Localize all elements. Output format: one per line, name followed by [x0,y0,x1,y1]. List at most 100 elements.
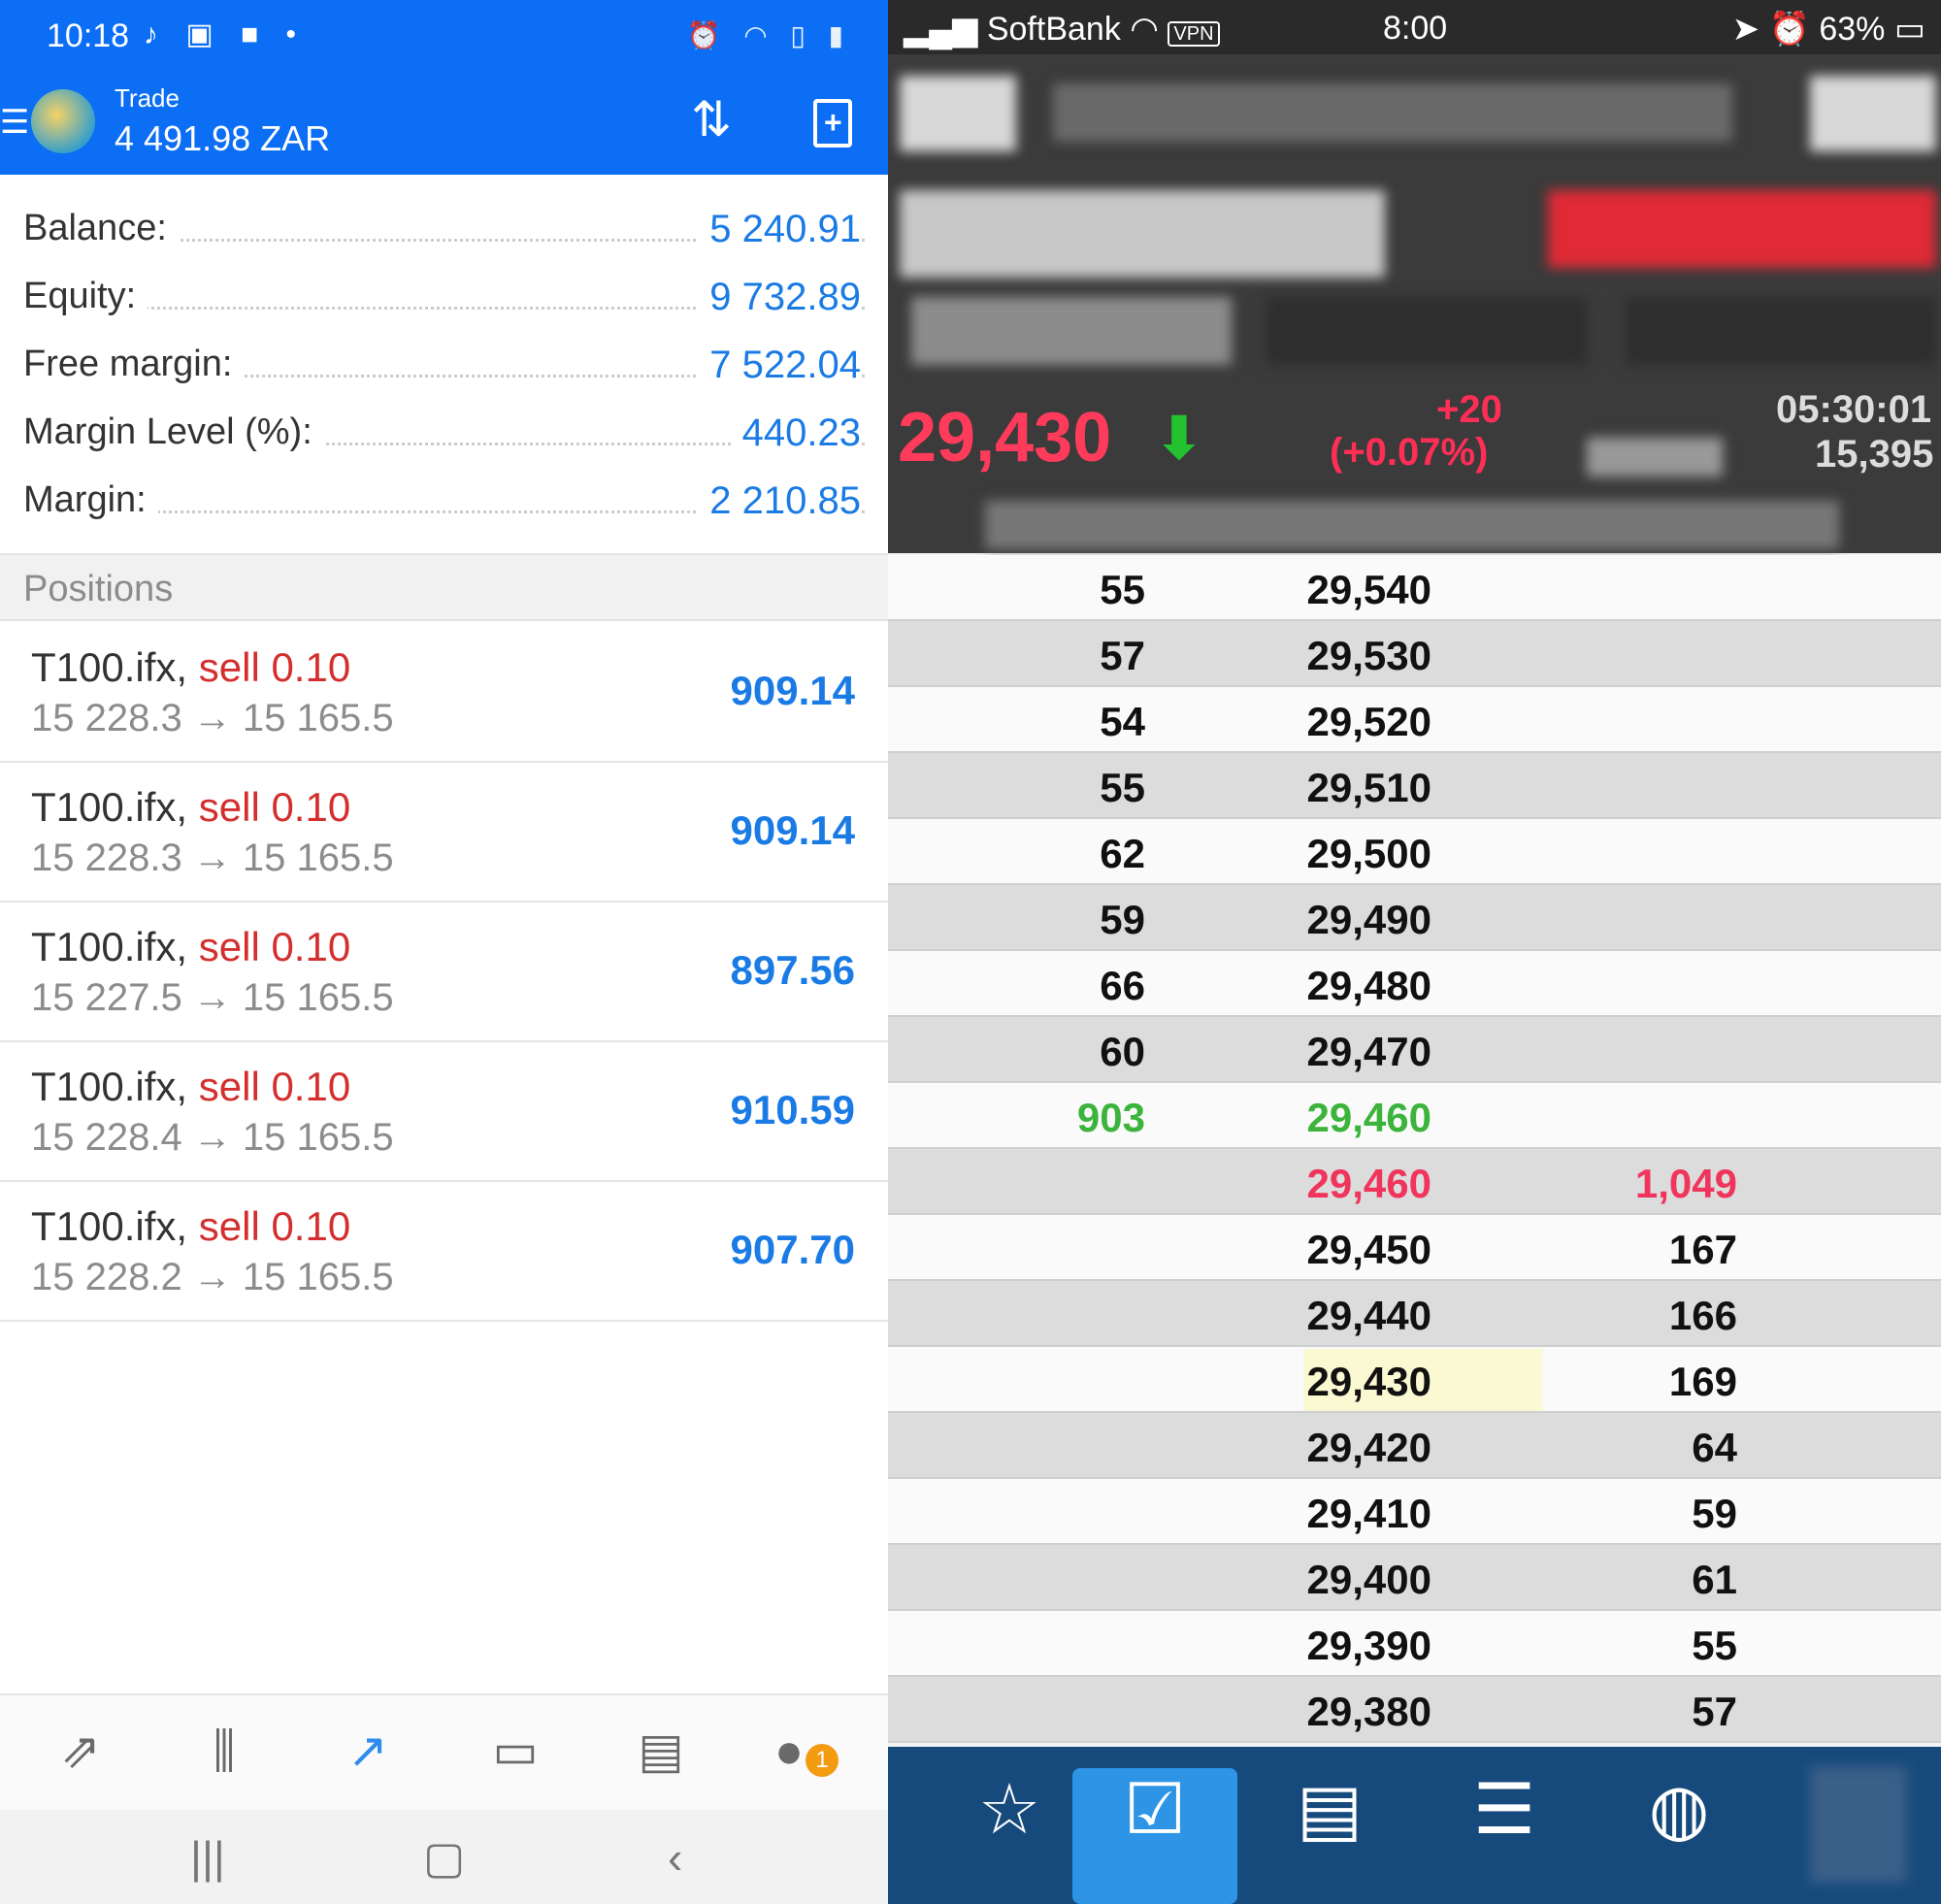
book-row[interactable]: 60 29,470 [888,1017,1941,1083]
position-prices: 15 228.2 → 15 165.5 [31,1256,394,1298]
book-row[interactable]: 29,390 55 [888,1611,1941,1677]
order-book-screen: ▂▄▆ SoftBank ◠ VPN 8:00 ➤ ⏰ 63% ▭ 29,430… [888,0,1941,1904]
book-row[interactable]: 66 29,480 [888,951,1941,1017]
ios-status-bar: ▂▄▆ SoftBank ◠ VPN 8:00 ➤ ⏰ 63% ▭ [888,0,1941,54]
position-prices: 15 228.3 → 15 165.5 [31,837,394,879]
position-symbol: T100.ifx, [31,1203,188,1249]
blurred-region [1587,438,1723,476]
position-symbol: T100.ifx, [31,1064,188,1109]
book-row[interactable]: 54 29,520 [888,687,1941,753]
book-row[interactable]: 59 29,490 [888,885,1941,951]
last-price: 29,430 [898,399,1112,476]
book-row[interactable]: 55 29,510 [888,753,1941,819]
book-row-best-ask[interactable]: 29,460 1,049 [888,1149,1941,1215]
position-profit: 909.14 [730,807,855,853]
account-label: Equity: [23,276,148,317]
book-row[interactable]: 29,410 59 [888,1479,1941,1545]
order-book: 55 29,540 57 29,530 54 29,520 55 29,510 62 29… [888,555,1941,1743]
sort-icon[interactable]: ⇅ [691,91,732,148]
position-prices: 15 228.3 → 15 165.5 [31,697,394,739]
account-row-balance: Balance: 5 240.91 [0,194,888,262]
positions-header: Positions [0,553,888,621]
position-row[interactable]: T100.ifx, sell 0.10 15 227.5 → 15 165.5 … [0,903,888,1042]
position-row[interactable]: T100.ifx, sell 0.10 15 228.2 → 15 165.5 … [0,1182,888,1322]
carrier: ▂▄▆ SoftBank ◠ VPN [904,10,1220,49]
position-side: sell 0.10 [198,1064,351,1109]
bottom-navigation: ⇗ ⫼ ↗ ▭ ▤ ● [0,1693,888,1810]
news-icon[interactable]: ▤ [627,1723,695,1785]
status-system-icons: ⏰ ◠ ▯ ▮ [686,20,851,50]
account-label: Free margin: [23,344,245,385]
book-row[interactable]: 29,400 61 [888,1545,1941,1611]
recents-icon[interactable]: ||| [190,1831,225,1884]
trade-icon[interactable]: ↗ [334,1723,402,1785]
list-icon[interactable]: ☰ [1422,1768,1587,1904]
position-side: sell 0.10 [198,784,351,830]
position-symbol: T100.ifx, [31,784,188,830]
blurred-button[interactable] [1548,190,1936,268]
back-icon[interactable]: ‹ [668,1831,682,1884]
status-time: 10:18 [47,17,130,54]
blurred-tab[interactable] [1626,297,1936,365]
status-app-icons: ♪ ▣ ■ • [144,18,306,50]
account-label: Balance: [23,208,179,249]
account-value: 7 522.04 [698,344,861,387]
position-profit: 907.70 [730,1227,855,1272]
position-row[interactable]: T100.ifx, sell 0.10 15 228.3 → 15 165.5 … [0,623,888,763]
mt5-trade-screen: 10:18 ♪ ▣ ■ • ⏰ ◠ ▯ ▮ ☰ Trade 4 491.98 Z… [0,0,888,1904]
positions-header-label: Positions [23,569,174,609]
position-symbol: T100.ifx, [31,924,188,969]
book-row-best-bid[interactable]: 903 29,460 [888,1083,1941,1149]
position-profit: 909.14 [730,668,855,713]
blurred-tab[interactable] [1267,297,1587,365]
menu-icon[interactable]: ☰ [0,103,29,142]
book-row[interactable]: 55 29,540 [888,555,1941,621]
blurred-region [900,190,1385,278]
position-side: sell 0.10 [198,644,351,690]
book-row[interactable]: 29,380 57 [888,1677,1941,1743]
app-bar-title: Trade [115,83,180,113]
book-row[interactable]: 62 29,500 [888,819,1941,885]
history-icon[interactable]: ▭ [481,1723,549,1785]
new-order-icon[interactable]: + [813,99,852,148]
chat-badge: 1 [806,1744,839,1777]
position-row[interactable]: T100.ifx, sell 0.10 15 228.3 → 15 165.5 … [0,763,888,903]
star-icon[interactable]: ☆ [927,1768,1092,1904]
blurred-region [1053,83,1732,142]
account-row-free-margin: Free margin: 7 522.04 [0,330,888,398]
position-row[interactable]: T100.ifx, sell 0.10 15 228.4 → 15 165.5 … [0,1042,888,1182]
book-row[interactable]: 29,450 167 [888,1215,1941,1281]
account-value: 5 240.91 [698,208,861,251]
position-profit: 910.59 [730,1087,855,1133]
account-value: 440.23 [730,411,861,455]
android-nav-bar: ||| ▢ ‹ [0,1810,888,1904]
checkbox-icon[interactable]: ☑ [1072,1768,1237,1904]
position-prices: 15 227.5 → 15 165.5 [31,976,394,1019]
position-side: sell 0.10 [198,1203,351,1249]
account-row-equity: Equity: 9 732.89 [0,262,888,330]
floating-balance: 4 491.98 ZAR [115,118,331,158]
chart-icon[interactable]: ⫼ [190,1723,258,1785]
instrument-header [888,54,1941,553]
home-icon[interactable]: ▢ [423,1831,465,1884]
blurred-region [985,501,1839,549]
battery: ➤ ⏰ 63% ▭ [1731,11,1925,48]
quotes-icon[interactable]: ⇗ [47,1723,115,1785]
book-row[interactable]: 29,420 64 [888,1413,1941,1479]
book-row[interactable]: 29,440 166 [888,1281,1941,1347]
account-avatar[interactable] [31,89,95,153]
position-side: sell 0.10 [198,924,351,969]
globe-icon[interactable]: ◍ [1596,1768,1761,1904]
book-row-last-traded[interactable]: 29,430 169 [888,1347,1941,1413]
account-label: Margin Level (%): [23,411,324,453]
blurred-tab[interactable] [911,297,1232,365]
blurred-tab[interactable] [1810,1766,1907,1883]
list-doc-icon[interactable]: ▤ [1247,1768,1412,1904]
blurred-region [900,76,1016,151]
bottom-tab-bar: ☆ ☑ ▤ ☰ ◍ [888,1747,1941,1904]
position-symbol: T100.ifx, [31,644,188,690]
price-change-pct: (+0.07%) [1330,431,1489,474]
account-value: 2 210.85 [698,479,861,523]
book-row[interactable]: 57 29,530 [888,621,1941,687]
down-arrow-icon: ⬇ [1154,406,1204,473]
